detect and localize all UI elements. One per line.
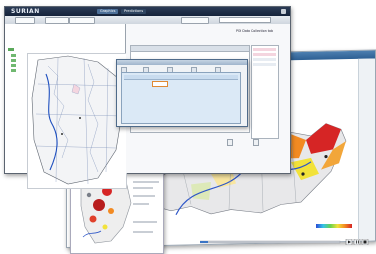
toolbar-button-4[interactable] [181,17,209,24]
panel-header-label: POI Data Collection tab [236,29,274,33]
selected-cell[interactable] [152,81,168,87]
side-list [251,45,279,139]
heat-region [191,181,211,201]
bubble-marker [102,224,108,230]
tab-predictions[interactable]: Predictions [121,9,147,14]
dialog-title [117,60,247,65]
apply-button[interactable] [227,139,233,146]
close-button[interactable] [253,139,259,146]
bubble-marker [86,192,92,198]
list-item[interactable] [253,63,276,66]
toolbar-button-3[interactable] [69,17,95,24]
bubble-marker [108,208,114,214]
layer-icon[interactable] [11,59,16,62]
timeline-player[interactable] [200,239,370,245]
layer-icon[interactable] [11,54,16,57]
bubble-marker [89,215,97,223]
close-icon[interactable] [281,9,286,14]
pause-icon[interactable] [353,239,361,245]
settings-dialog [116,59,248,127]
app-logo: SURIAN [11,8,40,15]
layer-tree [8,46,26,186]
bubble-marker [93,199,105,211]
region-map[interactable] [27,53,127,189]
layer-icon[interactable] [11,64,16,67]
app-header: SURIAN Graphics Predictions [5,7,290,16]
tab-graphics[interactable]: Graphics [97,9,119,14]
list-item[interactable] [253,48,276,51]
heat-legend-bar [316,224,352,228]
layer-icon[interactable] [11,69,16,72]
search-input[interactable] [219,17,271,23]
list-item[interactable] [253,58,276,61]
dialog-content-area [121,72,241,124]
map-panel [5,24,127,189]
dialog-grid-header [124,75,238,80]
toolbar-button-1[interactable] [15,17,35,24]
toolbar-button-2[interactable] [45,17,69,24]
list-item[interactable] [253,53,276,56]
folder-icon[interactable] [8,48,14,51]
